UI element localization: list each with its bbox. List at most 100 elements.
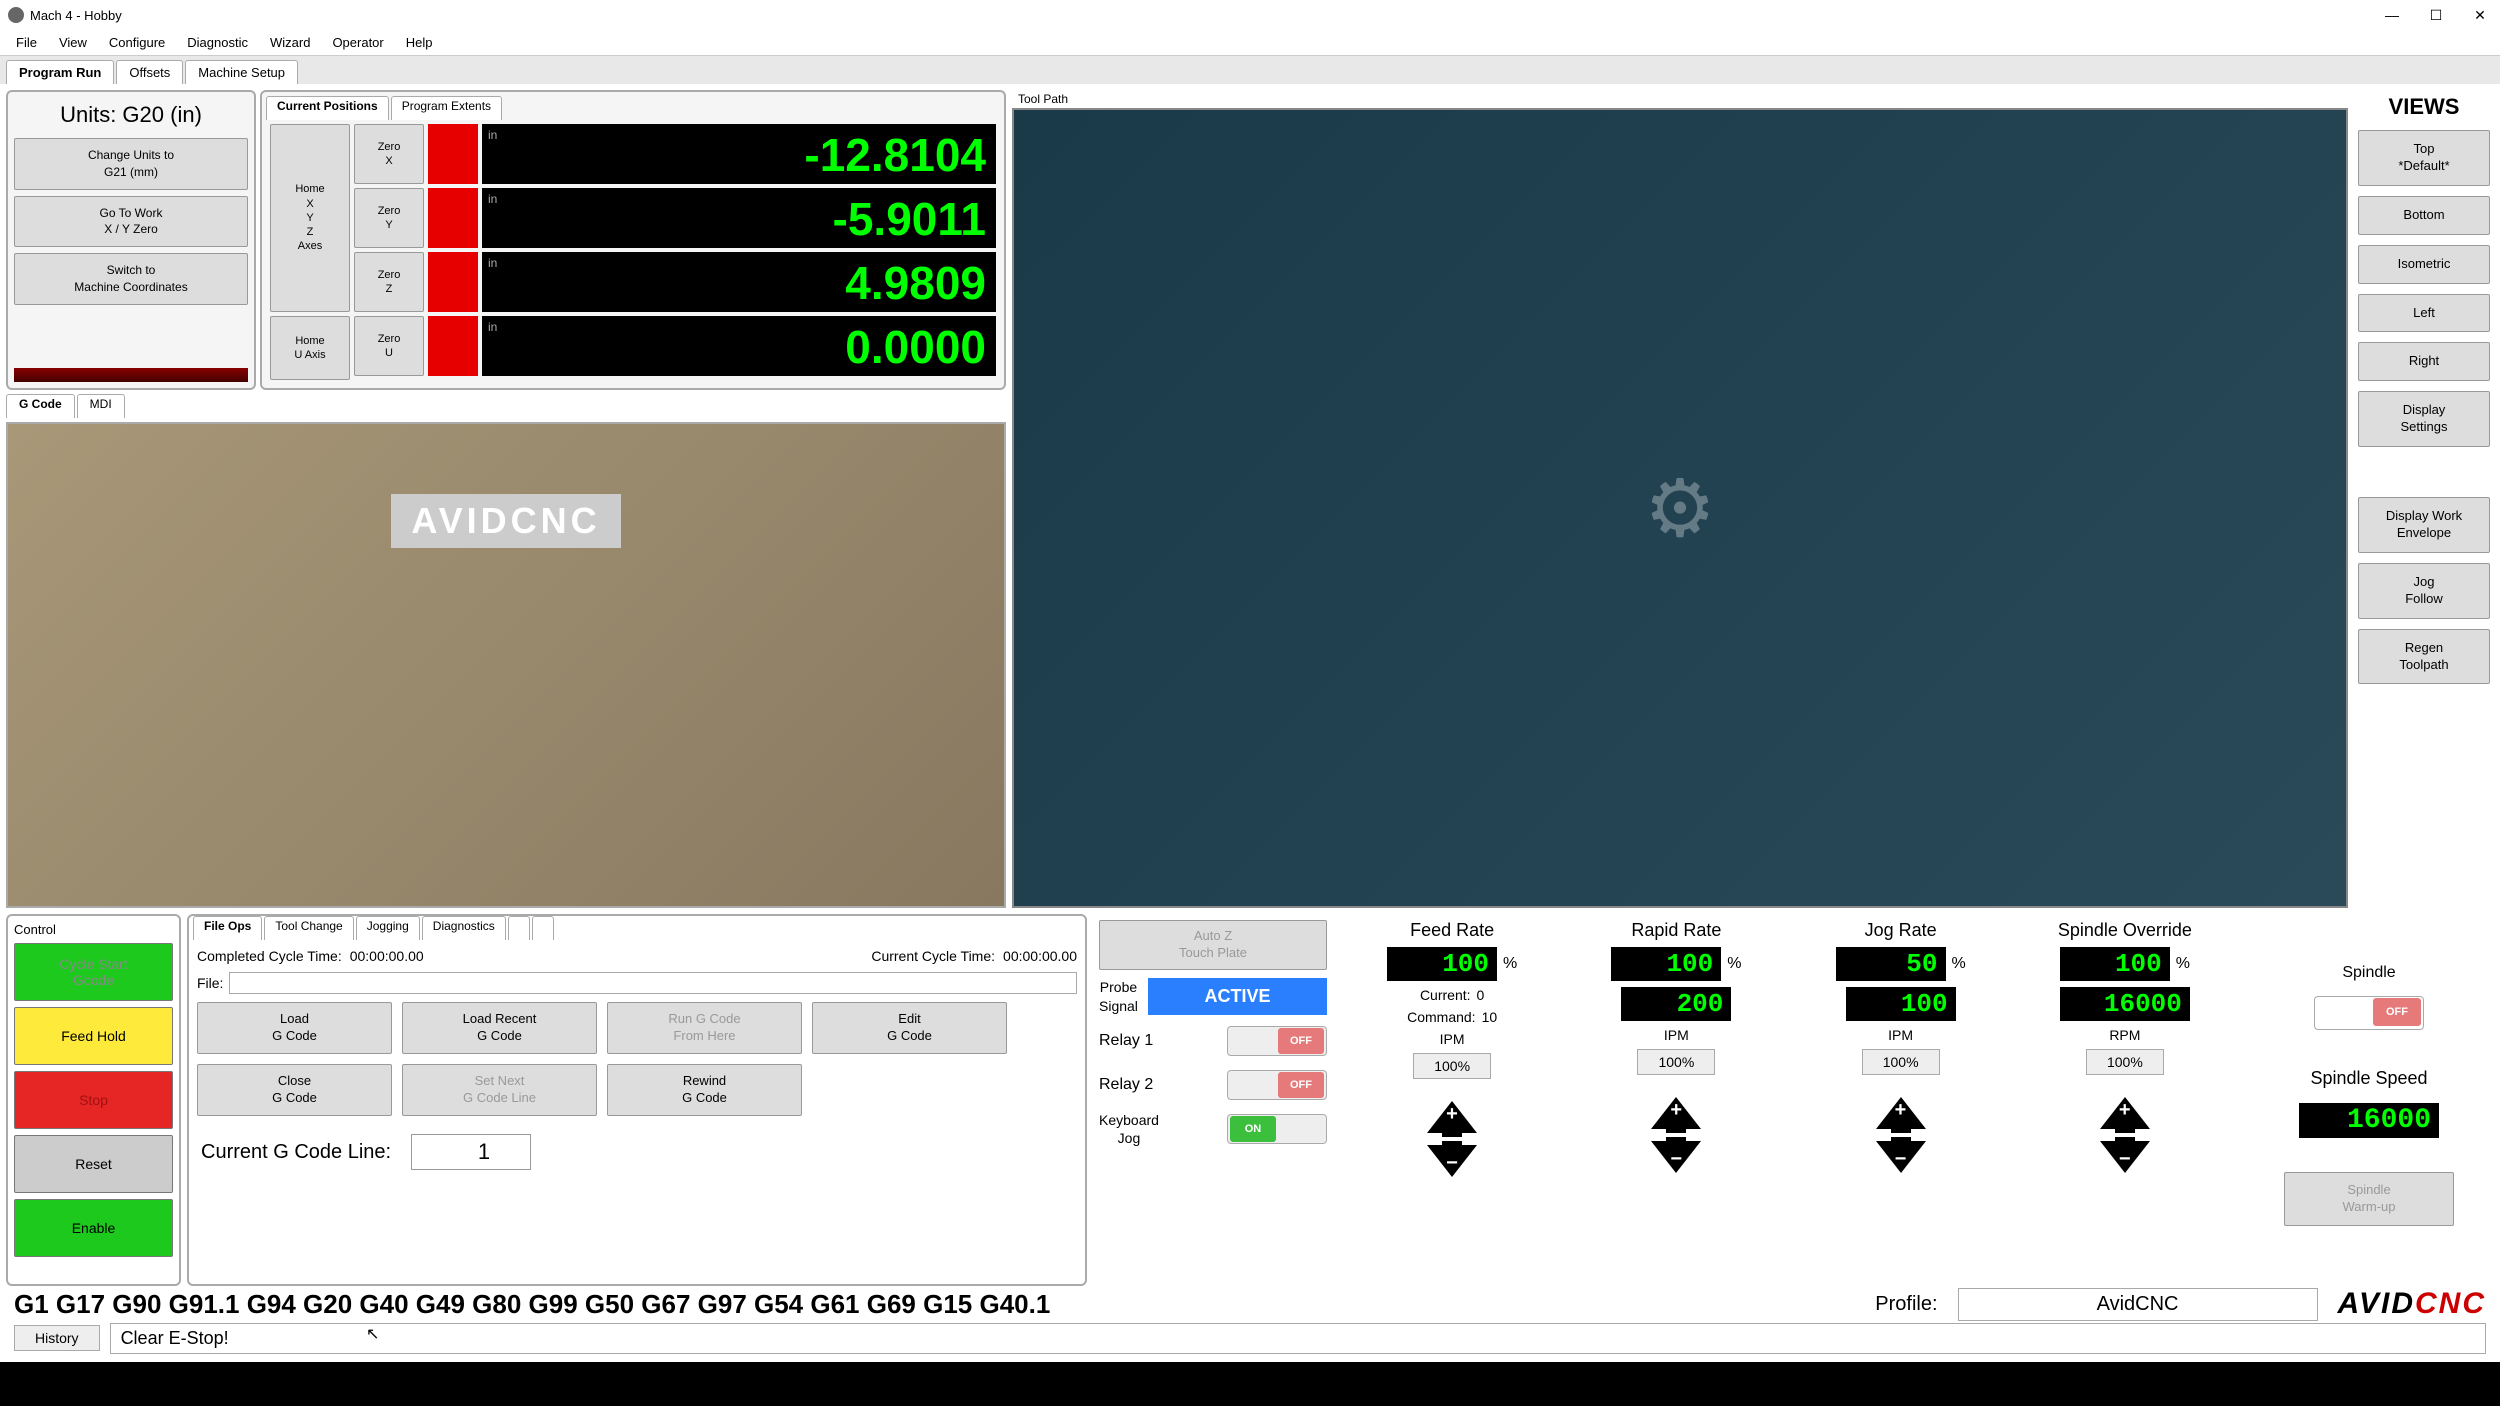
menu-file[interactable]: File — [6, 32, 47, 53]
jog-rate-unit: IPM — [1888, 1027, 1913, 1043]
tab-mdi[interactable]: MDI — [77, 394, 125, 418]
jog-rate-down-button[interactable] — [1876, 1141, 1926, 1181]
feed-rate-col: Feed Rate 100% Current:0 Command:10 IPM … — [1345, 920, 1559, 1280]
tab-offsets[interactable]: Offsets — [116, 60, 183, 84]
tab-machine-setup[interactable]: Machine Setup — [185, 60, 298, 84]
toolpath-view[interactable]: ⚙ — [1012, 108, 2348, 908]
gcode-line-value[interactable]: 1 — [411, 1134, 531, 1170]
load-gcode-button[interactable]: Load G Code — [197, 1002, 392, 1054]
view-isometric-button[interactable]: Isometric — [2358, 245, 2490, 284]
spindle-override-dro[interactable]: 100 — [2060, 947, 2170, 981]
view-regen-toolpath-button[interactable]: Regen Toolpath — [2358, 629, 2490, 685]
view-display-envelope-button[interactable]: Display Work Envelope — [2358, 497, 2490, 553]
feed-rate-down-button[interactable] — [1427, 1145, 1477, 1185]
rapid-rate-down-button[interactable] — [1651, 1141, 1701, 1181]
jog-rate-col: Jog Rate 50% 100 IPM 100% — [1794, 920, 2008, 1280]
tab-jogging[interactable]: Jogging — [356, 916, 420, 940]
jog-rate-reset[interactable]: 100% — [1862, 1049, 1940, 1075]
close-gcode-button[interactable]: Close G Code — [197, 1064, 392, 1116]
spindle-toggle[interactable]: OFF — [2314, 996, 2424, 1030]
relay-1-toggle[interactable]: OFF — [1227, 1026, 1327, 1056]
cycle-start-button[interactable]: Cycle Start Gcode — [14, 943, 173, 1001]
menu-help[interactable]: Help — [396, 32, 443, 53]
tab-blank-1[interactable] — [508, 916, 530, 940]
minimize-button[interactable]: — — [2380, 3, 2404, 27]
close-button[interactable]: ✕ — [2468, 3, 2492, 27]
view-display-settings-button[interactable]: Display Settings — [2358, 391, 2490, 447]
tab-program-run[interactable]: Program Run — [6, 60, 114, 84]
view-left-button[interactable]: Left — [2358, 294, 2490, 333]
zero-x-button[interactable]: Zero X — [354, 124, 424, 184]
rewind-gcode-button[interactable]: Rewind G Code — [607, 1064, 802, 1116]
run-gcode-from-here-button[interactable]: Run G Code From Here — [607, 1002, 802, 1054]
window-title: Mach 4 - Hobby — [30, 8, 122, 23]
view-jog-follow-button[interactable]: Jog Follow — [2358, 563, 2490, 619]
spindle-warmup-button[interactable]: Spindle Warm-up — [2284, 1172, 2454, 1226]
zero-u-button[interactable]: Zero U — [354, 316, 424, 376]
dro-y[interactable]: in-5.9011 — [482, 188, 996, 248]
menubar: File View Configure Diagnostic Wizard Op… — [0, 30, 2500, 56]
change-units-button[interactable]: Change Units to G21 (mm) — [14, 138, 248, 190]
profile-input[interactable] — [1958, 1288, 2318, 1321]
home-xyz-button[interactable]: Home X Y Z Axes — [270, 124, 350, 312]
edit-gcode-button[interactable]: Edit G Code — [812, 1002, 1007, 1054]
rapid-rate-dro2[interactable]: 200 — [1621, 987, 1731, 1021]
history-button[interactable]: History — [14, 1325, 100, 1351]
menu-configure[interactable]: Configure — [99, 32, 175, 53]
tab-program-extents[interactable]: Program Extents — [391, 96, 502, 120]
rapid-rate-col: Rapid Rate 100% 200 IPM 100% — [1569, 920, 1783, 1280]
tab-file-ops[interactable]: File Ops — [193, 916, 262, 940]
zero-z-button[interactable]: Zero Z — [354, 252, 424, 312]
goto-work-zero-button[interactable]: Go To Work X / Y Zero — [14, 196, 248, 248]
stop-button[interactable]: Stop — [14, 1071, 173, 1129]
completed-cycle-label: Completed Cycle Time: — [197, 948, 342, 964]
load-recent-gcode-button[interactable]: Load Recent G Code — [402, 1002, 597, 1054]
keyboard-jog-label: Keyboard Jog — [1099, 1111, 1159, 1147]
menu-view[interactable]: View — [49, 32, 97, 53]
feed-hold-button[interactable]: Feed Hold — [14, 1007, 173, 1065]
view-top-button[interactable]: Top *Default* — [2358, 130, 2490, 186]
file-input[interactable] — [229, 972, 1077, 994]
view-bottom-button[interactable]: Bottom — [2358, 196, 2490, 235]
auto-z-button[interactable]: Auto Z Touch Plate — [1099, 920, 1327, 970]
spindle-override-dro2[interactable]: 16000 — [2060, 987, 2190, 1021]
tab-tool-change[interactable]: Tool Change — [264, 916, 353, 940]
rapid-rate-dro[interactable]: 100 — [1611, 947, 1721, 981]
tab-diagnostics[interactable]: Diagnostics — [422, 916, 506, 940]
maximize-button[interactable]: ☐ — [2424, 3, 2448, 27]
dro-z[interactable]: in4.9809 — [482, 252, 996, 312]
menu-wizard[interactable]: Wizard — [260, 32, 320, 53]
feed-command-val: 10 — [1482, 1009, 1498, 1025]
tab-gcode[interactable]: G Code — [6, 394, 75, 418]
zero-y-button[interactable]: Zero Y — [354, 188, 424, 248]
spindle-override-up-button[interactable] — [2100, 1089, 2150, 1129]
home-u-button[interactable]: Home U Axis — [270, 316, 350, 380]
jog-rate-dro[interactable]: 50 — [1836, 947, 1946, 981]
rapid-rate-reset[interactable]: 100% — [1637, 1049, 1715, 1075]
jog-rate-dro2[interactable]: 100 — [1846, 987, 1956, 1021]
dro-u[interactable]: in0.0000 — [482, 316, 996, 376]
jog-rate-up-button[interactable] — [1876, 1089, 1926, 1129]
feed-rate-dro[interactable]: 100 — [1387, 947, 1497, 981]
view-right-button[interactable]: Right — [2358, 342, 2490, 381]
feed-rate-up-button[interactable] — [1427, 1093, 1477, 1133]
status-indicator-bar — [14, 368, 248, 382]
switch-coordinates-button[interactable]: Switch to Machine Coordinates — [14, 253, 248, 305]
set-next-gcode-line-button[interactable]: Set Next G Code Line — [402, 1064, 597, 1116]
reset-button[interactable]: Reset — [14, 1135, 173, 1193]
positions-panel: Current Positions Program Extents Home X… — [260, 90, 1006, 390]
dro-x[interactable]: in-12.8104 — [482, 124, 996, 184]
tab-current-positions[interactable]: Current Positions — [266, 96, 389, 120]
spindle-speed-dro[interactable]: 16000 — [2299, 1103, 2439, 1138]
relay-2-toggle[interactable]: OFF — [1227, 1070, 1327, 1100]
spindle-override-down-button[interactable] — [2100, 1141, 2150, 1181]
menu-operator[interactable]: Operator — [322, 32, 393, 53]
keyboard-jog-toggle[interactable]: ON — [1227, 1114, 1327, 1144]
spindle-override-unit: RPM — [2109, 1027, 2140, 1043]
enable-button[interactable]: Enable — [14, 1199, 173, 1257]
tab-blank-2[interactable] — [532, 916, 554, 940]
feed-rate-reset[interactable]: 100% — [1413, 1053, 1491, 1079]
menu-diagnostic[interactable]: Diagnostic — [177, 32, 258, 53]
rapid-rate-up-button[interactable] — [1651, 1089, 1701, 1129]
spindle-override-reset[interactable]: 100% — [2086, 1049, 2164, 1075]
